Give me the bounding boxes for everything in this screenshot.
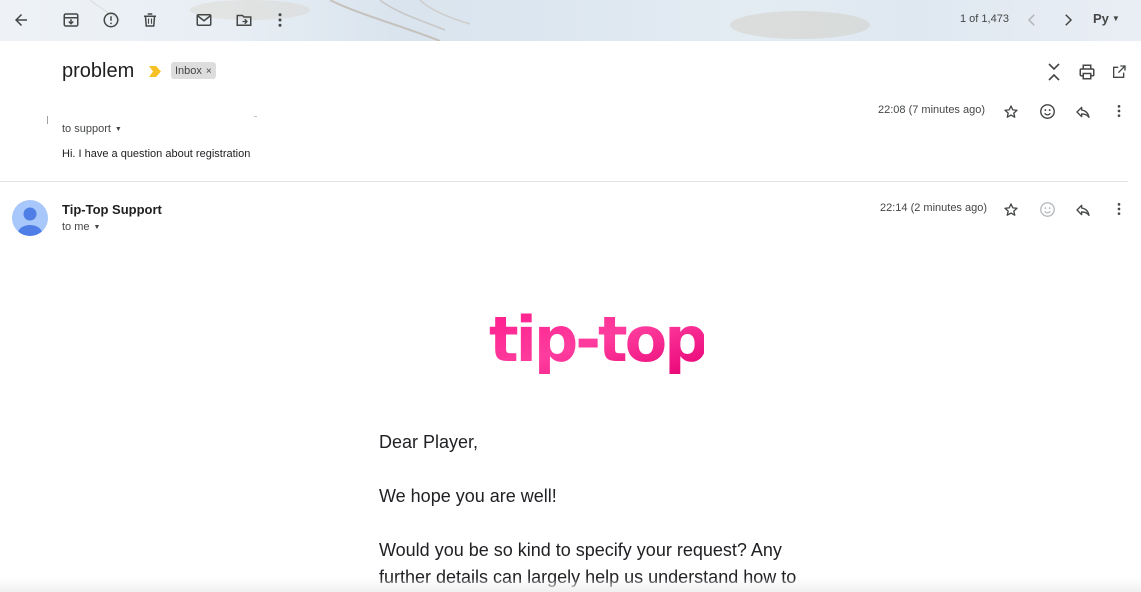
reply-icon[interactable] [1073, 200, 1093, 220]
move-to-icon[interactable] [233, 9, 255, 31]
pager-text: 1 of 1,473 [960, 13, 1009, 25]
important-marker-icon[interactable] [149, 66, 161, 77]
redacted-sender-line [254, 116, 257, 117]
mark-unread-icon[interactable] [193, 9, 215, 31]
report-spam-icon[interactable] [100, 9, 122, 31]
more-vert-icon[interactable] [1109, 101, 1129, 121]
remove-label-icon[interactable]: × [206, 66, 212, 77]
emoji-reaction-icon[interactable] [1037, 101, 1057, 121]
logo-text: tip-top [489, 304, 704, 376]
archive-icon[interactable] [60, 9, 82, 31]
message-divider [0, 181, 1128, 182]
toolbar: 1 of 1,473 Py ▼ [0, 0, 1141, 41]
person-icon [18, 207, 42, 236]
redacted-sender-mark [47, 116, 48, 124]
star-icon[interactable] [1001, 102, 1021, 122]
body-paragraph-line: Would you be so kind to specify your req… [379, 540, 782, 560]
collapse-all-icon[interactable] [1044, 62, 1064, 82]
caret-down-icon: ▼ [114, 125, 122, 133]
scroll-fade [0, 578, 1141, 592]
back-arrow-icon[interactable] [10, 9, 32, 31]
recipient-dropdown[interactable]: to me ▼ [62, 221, 100, 233]
emoji-reaction-icon[interactable] [1037, 199, 1057, 219]
older-chevron-right-icon[interactable] [1057, 9, 1079, 31]
more-vert-icon[interactable] [269, 9, 291, 31]
recipient-text: to support [62, 123, 111, 135]
input-language-button[interactable]: Py ▼ [1093, 11, 1120, 26]
message-snippet[interactable]: Hi. I have a question about registration [62, 148, 250, 160]
message-time: 22:14 (2 minutes ago) [880, 202, 988, 214]
caret-down-icon: ▼ [1111, 14, 1120, 23]
reply-icon[interactable] [1073, 102, 1093, 122]
caret-down-icon: ▼ [93, 223, 101, 231]
recipient-dropdown[interactable]: to support ▼ [62, 123, 122, 135]
thread-subject: problem [62, 60, 135, 82]
star-icon[interactable] [1001, 200, 1021, 220]
open-new-window-icon[interactable] [1109, 62, 1129, 82]
newer-chevron-left-icon[interactable] [1021, 9, 1043, 31]
recipient-text: to me [62, 221, 90, 233]
message-time: 22:08 (7 minutes ago) [878, 104, 986, 116]
inbox-label-chip[interactable]: Inbox × [171, 62, 216, 79]
greeting: Dear Player, [379, 432, 479, 452]
more-vert-icon[interactable] [1109, 199, 1129, 219]
body-line: We hope you are well! [379, 486, 557, 506]
tip-top-logo: tip-top [489, 304, 704, 376]
label-text: Inbox [175, 65, 202, 77]
input-language-label: Py [1093, 11, 1109, 26]
sender-name[interactable]: Tip-Top Support [62, 202, 162, 217]
print-icon[interactable] [1077, 62, 1097, 82]
avatar[interactable] [12, 200, 48, 236]
delete-icon[interactable] [139, 9, 161, 31]
